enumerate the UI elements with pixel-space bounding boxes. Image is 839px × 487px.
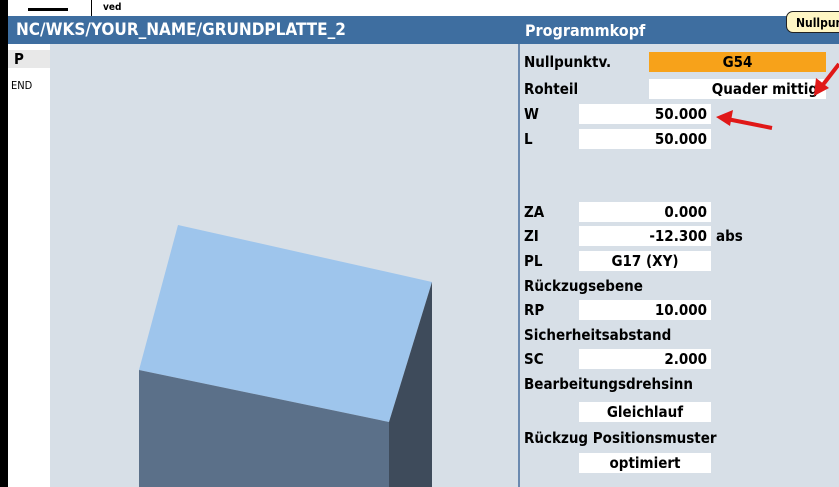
annotation-overlay <box>716 62 839 130</box>
red-arrow-icon <box>716 110 773 130</box>
red-arrow-icon <box>814 62 839 96</box>
